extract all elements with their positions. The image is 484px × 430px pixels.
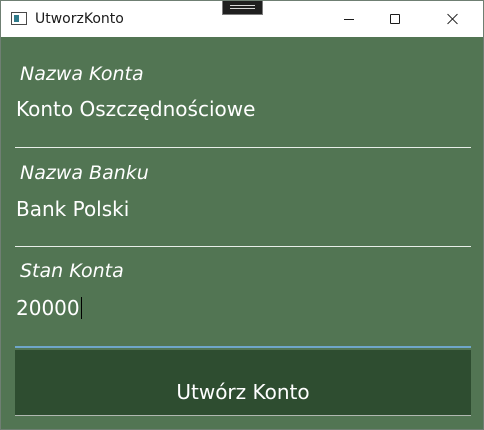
- bank-name-input[interactable]: Bank Polski: [16, 196, 471, 222]
- text-caret: [80, 297, 82, 319]
- app-window-icon: [11, 12, 27, 25]
- minimize-button[interactable]: [326, 1, 372, 37]
- balance-input[interactable]: 20000: [16, 295, 471, 321]
- balance-value: 20000: [16, 296, 80, 320]
- app-window: UtworzKonto Nazwa Konta Konto Oszczędnoś…: [0, 0, 484, 430]
- balance-underline: [15, 346, 471, 348]
- close-icon: [447, 13, 459, 25]
- account-name-input[interactable]: Konto Oszczędnościowe: [16, 96, 471, 122]
- maximize-icon: [390, 14, 400, 24]
- account-name-underline: [15, 147, 471, 148]
- maximize-button[interactable]: [372, 1, 418, 37]
- snap-grip-handle[interactable]: [222, 1, 263, 15]
- title-bar[interactable]: UtworzKonto: [1, 1, 483, 37]
- create-account-button[interactable]: Utwórz Konto: [15, 350, 471, 416]
- bank-name-label: Nazwa Banku: [20, 162, 149, 184]
- bank-name-underline: [15, 246, 471, 247]
- balance-label: Stan Konta: [20, 260, 124, 282]
- window-title: UtworzKonto: [35, 11, 124, 27]
- close-button[interactable]: [430, 1, 476, 37]
- minimize-icon: [344, 19, 354, 20]
- account-name-label: Nazwa Konta: [20, 63, 144, 85]
